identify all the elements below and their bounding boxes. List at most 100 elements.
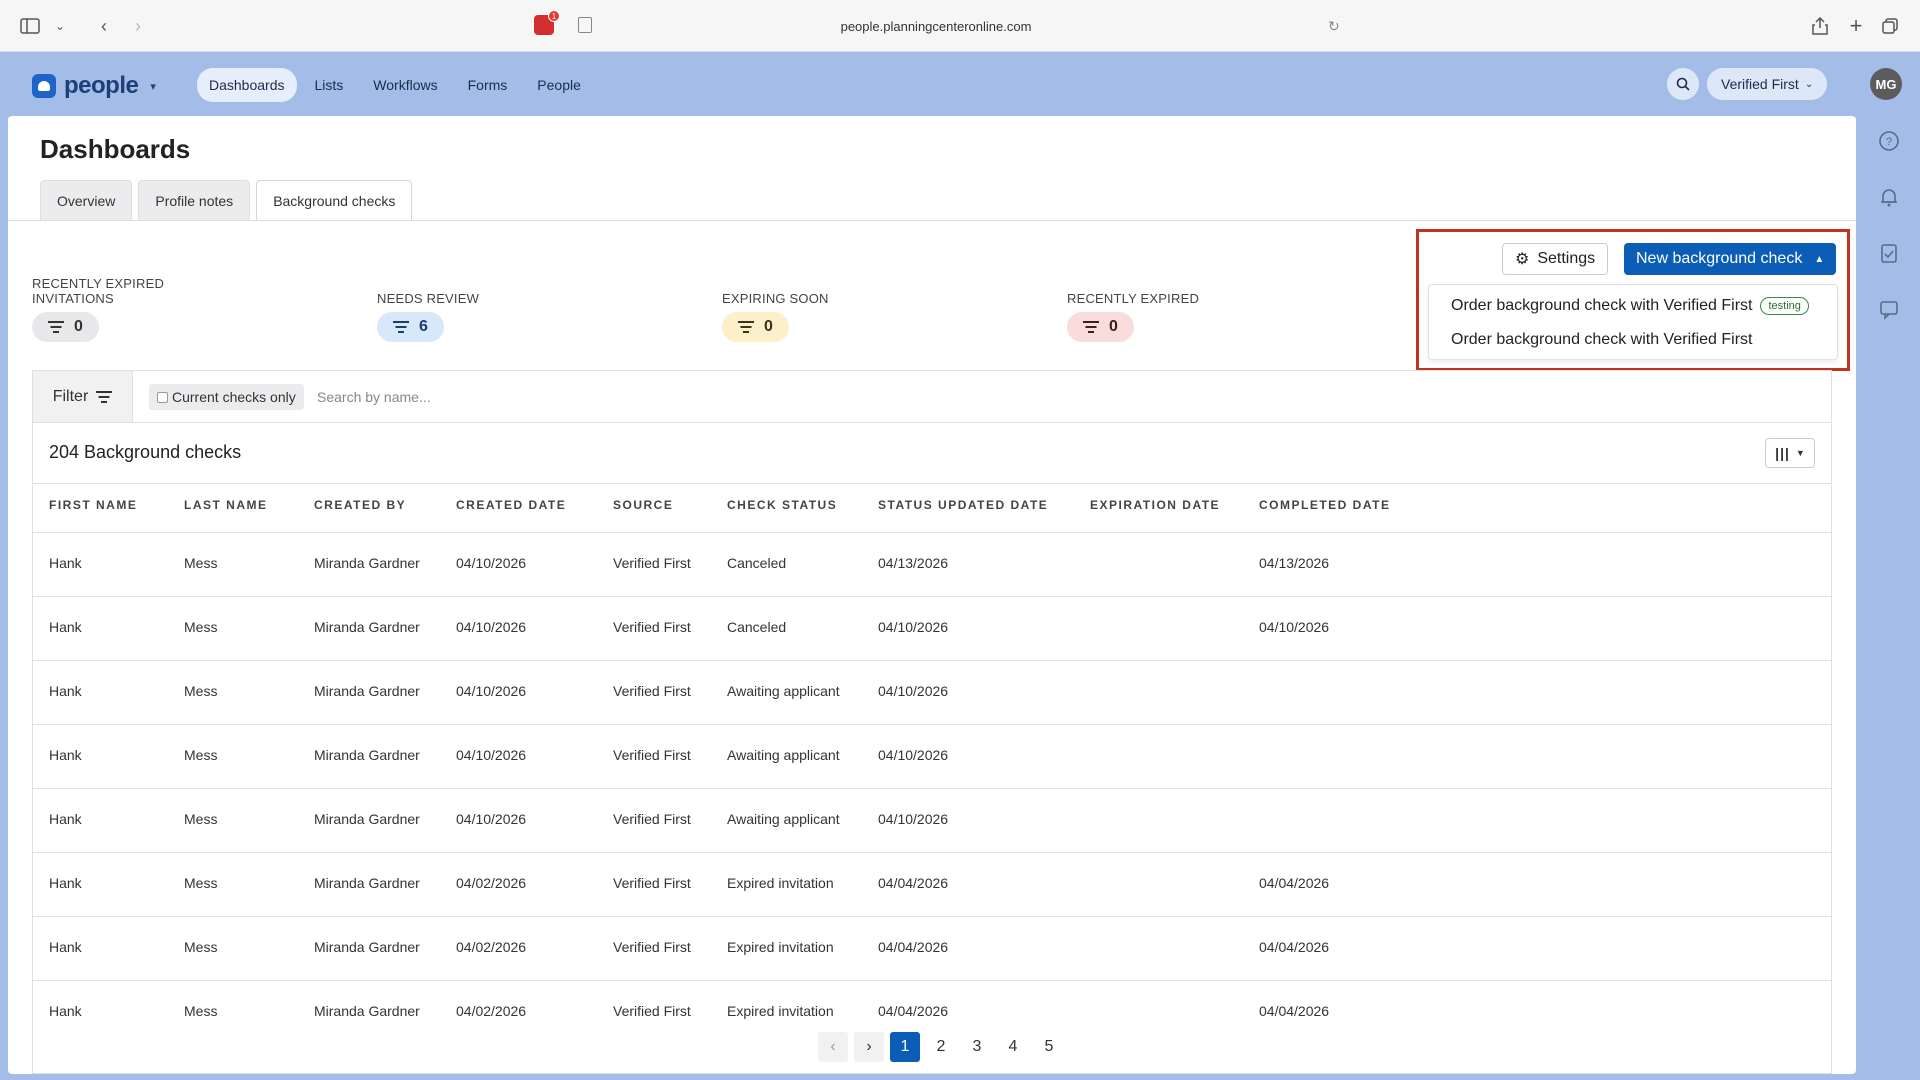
page-number-3[interactable]: 3 — [962, 1032, 992, 1062]
column-header[interactable]: FIRST NAME — [49, 498, 137, 512]
column-header[interactable]: CREATED BY — [314, 498, 406, 512]
column-header[interactable]: CHECK STATUS — [727, 498, 837, 512]
dropdown-item-order[interactable]: Order background check with Verified Fir… — [1451, 331, 1752, 349]
table-cell: Hank — [49, 555, 82, 571]
tabs-overview-icon[interactable] — [1878, 14, 1902, 38]
column-header[interactable]: LAST NAME — [184, 498, 268, 512]
stat-filter-pill[interactable]: 0 — [1067, 312, 1134, 342]
page-number-4[interactable]: 4 — [998, 1032, 1028, 1062]
nav-people[interactable]: People — [525, 68, 593, 102]
page-number-2[interactable]: 2 — [926, 1032, 956, 1062]
org-switcher[interactable]: Verified First ⌄ — [1707, 68, 1828, 100]
url-bar[interactable]: people.planningcenteronline.com — [520, 9, 1352, 43]
testing-badge: testing — [1760, 297, 1809, 315]
table-cell: 04/02/2026 — [456, 875, 527, 891]
prev-page-icon[interactable]: ‹ — [818, 1032, 848, 1062]
next-page-icon[interactable]: › — [854, 1032, 884, 1062]
table-row[interactable]: Hank Mess Miranda Gardner 04/02/2026 Verifie… — [33, 916, 1831, 980]
stat-expiring-soon: EXPIRING SOON 0 — [722, 291, 829, 342]
table-cell: Miranda Gardner — [314, 555, 420, 571]
column-header[interactable]: EXPIRATION DATE — [1090, 498, 1220, 512]
stat-filter-pill[interactable]: 0 — [32, 312, 99, 342]
table-cell: 04/10/2026 — [878, 683, 949, 699]
column-header[interactable]: STATUS UPDATED DATE — [878, 498, 1048, 512]
tab-background-checks[interactable]: Background checks — [256, 180, 413, 221]
column-header[interactable]: SOURCE — [613, 498, 673, 512]
reader-icon[interactable] — [578, 17, 592, 33]
dropdown-item-label: Order background check with Verified Fir… — [1451, 297, 1753, 314]
avatar[interactable]: MG — [1870, 68, 1902, 100]
table-row[interactable]: Hank Mess Miranda Gardner 04/10/2026 Verifie… — [33, 660, 1831, 724]
page-numbers: 12345 — [890, 1032, 1064, 1062]
table-cell: 04/02/2026 — [456, 939, 527, 955]
table-cell: Hank — [49, 811, 82, 827]
current-checks-label: Current checks only — [172, 389, 296, 405]
nav-dashboards[interactable]: Dashboards — [197, 68, 297, 102]
app-logo[interactable]: people ▾ — [32, 72, 156, 100]
chat-icon[interactable] — [1878, 298, 1900, 320]
help-icon[interactable]: ? — [1878, 130, 1900, 152]
chevron-down-icon: ⌄ — [1804, 78, 1814, 90]
tab-profile-notes[interactable]: Profile notes — [138, 180, 251, 221]
new-tab-icon[interactable]: + — [1844, 13, 1868, 38]
back-icon[interactable]: ‹ — [92, 14, 116, 38]
table-cell: Miranda Gardner — [314, 1003, 420, 1019]
app-header: people ▾ Dashboards Lists Workflows Form… — [0, 52, 1920, 116]
table-cell: Canceled — [727, 619, 787, 635]
table-cell: Hank — [49, 1003, 82, 1019]
search-button[interactable] — [1667, 68, 1699, 100]
table-cell: Hank — [49, 939, 82, 955]
reload-icon[interactable]: ↻ — [1328, 18, 1340, 35]
page-title: Dashboards — [40, 134, 191, 164]
share-icon[interactable] — [1808, 14, 1832, 38]
columns-button[interactable]: ||| ▼ — [1765, 438, 1815, 468]
checkbox[interactable] — [157, 391, 168, 403]
tab-overview[interactable]: Overview — [40, 180, 133, 221]
table-cell: Verified First — [613, 875, 691, 891]
table-cell: Mess — [184, 939, 218, 955]
filter-icon — [738, 321, 754, 333]
table-row[interactable]: Hank Mess Miranda Gardner 04/10/2026 Verifie… — [33, 532, 1831, 596]
clipboard-check-icon[interactable] — [1878, 242, 1900, 264]
table-cell: Expired invitation — [727, 875, 834, 891]
nav-workflows[interactable]: Workflows — [361, 68, 449, 102]
table-row[interactable]: Hank Mess Miranda Gardner 04/10/2026 Verifie… — [33, 724, 1831, 788]
table-cell: Miranda Gardner — [314, 811, 420, 827]
svg-text:?: ? — [1886, 136, 1892, 148]
sidebar-toggle-icon[interactable] — [18, 14, 42, 38]
column-header[interactable]: CREATED DATE — [456, 498, 566, 512]
table-cell: 04/02/2026 — [456, 1003, 527, 1019]
table-cell: Awaiting applicant — [727, 683, 840, 699]
dropdown-item-order-testing[interactable]: Order background check with Verified Fir… — [1451, 297, 1809, 315]
url-text: people.planningcenteronline.com — [840, 18, 1032, 34]
forward-icon[interactable]: › — [126, 14, 150, 38]
table-row[interactable]: Hank Mess Miranda Gardner 04/10/2026 Verifie… — [33, 596, 1831, 660]
search-input[interactable] — [317, 384, 1117, 410]
people-logo-icon — [32, 74, 56, 98]
table-cell: Hank — [49, 683, 82, 699]
stat-filter-pill[interactable]: 0 — [722, 312, 789, 342]
table-cell: 04/10/2026 — [878, 811, 949, 827]
table-row[interactable]: Hank Mess Miranda Gardner 04/02/2026 Verifie… — [33, 852, 1831, 916]
new-background-check-button[interactable]: New background check ▲ — [1624, 243, 1837, 275]
table-cell: 04/04/2026 — [878, 1003, 949, 1019]
settings-button[interactable]: ⚙ Settings — [1502, 243, 1609, 275]
table-cell: Verified First — [613, 555, 691, 571]
nav-forms[interactable]: Forms — [456, 68, 520, 102]
current-checks-toggle[interactable]: Current checks only — [149, 384, 304, 410]
table-row[interactable]: Hank Mess Miranda Gardner 04/10/2026 Verifie… — [33, 788, 1831, 852]
page-number-1[interactable]: 1 — [890, 1032, 920, 1062]
logo-text: people — [64, 72, 139, 99]
filter-bar: Filter Current checks only — [32, 370, 1832, 423]
table-cell: Verified First — [613, 811, 691, 827]
filter-button[interactable]: Filter — [33, 371, 133, 422]
table-toolbar: 204 Background checks ||| ▼ — [33, 422, 1831, 484]
column-header[interactable]: COMPLETED DATE — [1259, 498, 1390, 512]
bell-icon[interactable] — [1878, 186, 1900, 208]
new-check-dropdown: Order background check with Verified Fir… — [1428, 284, 1838, 360]
chevron-down-icon[interactable]: ⌄ — [48, 14, 72, 38]
nav-lists[interactable]: Lists — [303, 68, 356, 102]
stat-filter-pill[interactable]: 6 — [377, 312, 444, 342]
stat-needs-review: NEEDS REVIEW 6 — [377, 291, 479, 342]
page-number-5[interactable]: 5 — [1034, 1032, 1064, 1062]
